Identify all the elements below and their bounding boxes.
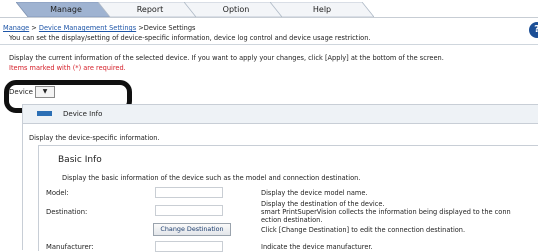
basic-info-section: Basic Info Display the basic information… [38,145,538,251]
header-divider [0,44,538,45]
device-info-description: Display the device-specific information. [29,134,160,142]
main-tab-bar: Manage Report Option Help [0,0,538,20]
destination-info-line: Display the destination of the device. [261,200,385,208]
model-field [155,187,223,198]
destination-info-line: ection destination. [261,216,323,224]
change-destination-button[interactable]: Change Destination [153,223,231,236]
device-label: Device [9,88,33,96]
destination-info: Display the destination of the device. s… [261,200,511,224]
breadcrumb-current: Device Settings [143,24,196,32]
tab-help[interactable]: Help [270,2,374,17]
model-info: Display the device model name. [261,189,368,197]
chevron-down-icon: ▼ [42,88,48,95]
destination-field [155,205,223,216]
tab-option-label: Option [222,5,250,14]
breadcrumb: Manage > Device Management Settings >Dev… [3,24,195,32]
device-info-header[interactable]: Device Info [23,105,538,124]
change-destination-info: Click [Change Destination] to edit the c… [261,226,466,234]
destination-label: Destination: [46,208,88,216]
manufacturer-field [155,241,223,252]
device-info-panel: Device Info Display the device-specific … [22,104,538,252]
page-description: You can set the display/setting of devic… [9,34,371,42]
section-bar-icon [37,111,52,116]
breadcrumb-separator: > [136,24,144,32]
required-note: Items marked with (*) are required. [9,64,126,72]
help-icon[interactable]: ? [529,22,538,38]
instruction-text: Display the current information of the s… [9,54,444,62]
breadcrumb-separator: > [29,24,39,32]
breadcrumb-device-management-link[interactable]: Device Management Settings [39,24,136,32]
tab-help-label: Help [312,5,332,14]
device-dropdown[interactable]: ▼ [35,86,55,98]
destination-info-line: smart PrintSuperVision collects the info… [261,208,511,216]
breadcrumb-manage-link[interactable]: Manage [3,24,29,32]
basic-info-title: Basic Info [58,155,102,165]
basic-info-description: Display the basic information of the dev… [62,174,361,182]
model-label: Model: [46,189,69,197]
tab-manage-label: Manage [50,5,82,14]
tab-report-label: Report [136,5,164,14]
tab-baseline [0,17,538,18]
device-info-title: Device Info [63,110,103,118]
